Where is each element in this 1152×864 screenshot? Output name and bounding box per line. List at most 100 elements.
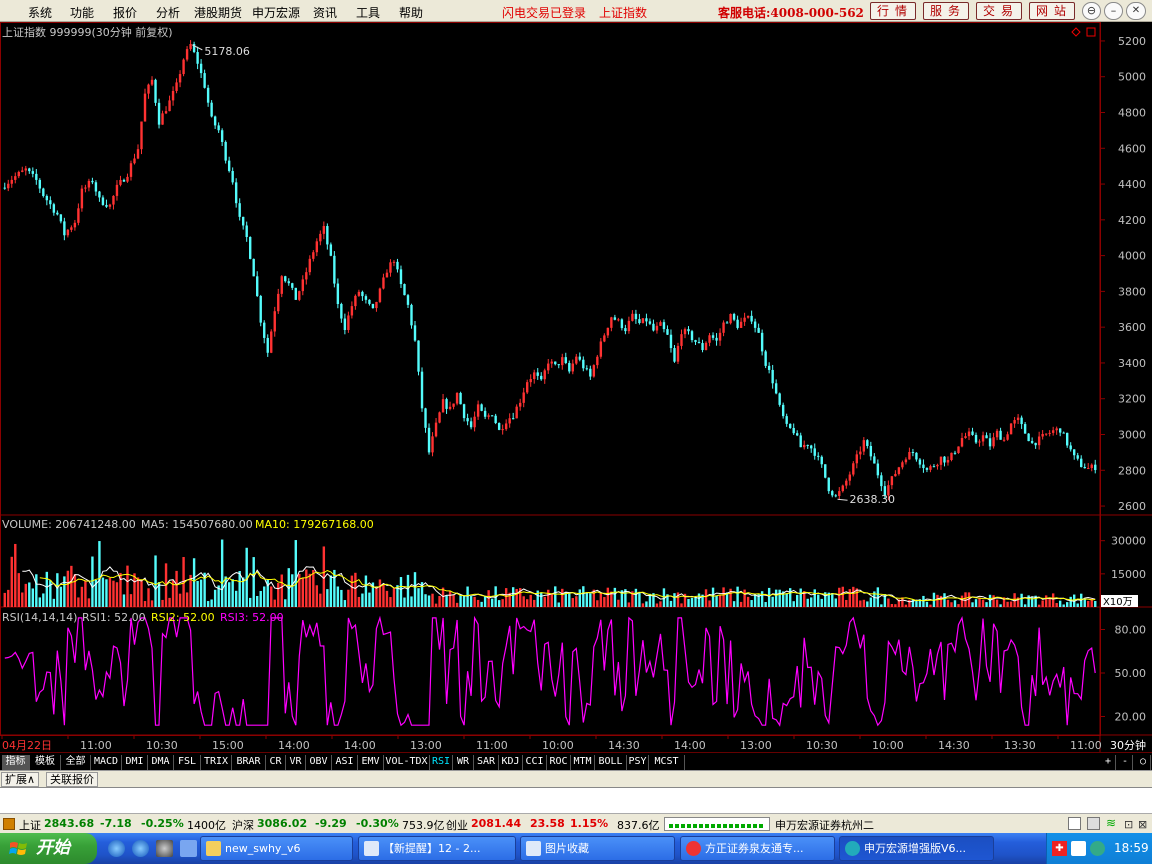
restore-icon[interactable]: ⊖ (1082, 2, 1101, 20)
task-new-swhy[interactable]: new_swhy_v6 (200, 836, 353, 861)
quotes-button[interactable]: 行情 (870, 2, 916, 20)
candle-body (473, 416, 476, 428)
start-label: 开始 (36, 838, 70, 858)
task-founder-securities[interactable]: 方正证券泉友通专... (680, 836, 835, 861)
volume-bar (399, 577, 403, 607)
alert-icon[interactable] (3, 818, 15, 830)
menu-help[interactable]: 帮助 (399, 4, 423, 21)
candle-body (1044, 433, 1048, 435)
volume-bar (1062, 604, 1065, 607)
volume-bar (718, 594, 722, 607)
tab-fsl[interactable]: FSL (174, 755, 201, 770)
tab-指标[interactable]: 指标 (2, 755, 30, 770)
tray-app-icon[interactable]: ✚ (1052, 841, 1067, 856)
menu-info[interactable]: 资讯 (313, 4, 337, 21)
y-tick-label: 4800 (1118, 107, 1146, 120)
menu-hk-futures[interactable]: 港股期货 (194, 4, 242, 21)
tab-模板[interactable]: 模板 (30, 755, 61, 770)
menu-function[interactable]: 功能 (70, 4, 94, 21)
volume-bar (185, 592, 189, 607)
tab-asi[interactable]: ASI (332, 755, 358, 770)
tab-dmi[interactable]: DMI (122, 755, 148, 770)
tab-trix[interactable]: TRIX (201, 755, 232, 770)
tab-cr[interactable]: CR (266, 755, 286, 770)
zoom-out-button[interactable]: - (1118, 755, 1133, 770)
tab-rsi[interactable]: RSI (430, 755, 453, 770)
volume-bar (343, 600, 347, 607)
task-reminder[interactable]: 【新提醒】12 - 2... (358, 836, 516, 861)
tab-vr[interactable]: VR (286, 755, 306, 770)
candle-body (806, 444, 809, 446)
candle-body (796, 433, 799, 436)
candle-body (739, 321, 743, 328)
volume-bar (347, 589, 350, 607)
candle-body (263, 322, 266, 338)
candle-body (964, 436, 967, 439)
collapse-icon[interactable]: ⊡ (1124, 818, 1133, 831)
media-quicklaunch-icon[interactable] (156, 840, 173, 857)
kline-chart-area[interactable]: 5200 5000 4800 4600 4400 4200 4000 3800 3600 3400… (0, 22, 1152, 752)
menu-quote[interactable]: 报价 (113, 4, 137, 21)
tab-mtm[interactable]: MTM (571, 755, 595, 770)
service-button[interactable]: 服务 (923, 2, 969, 20)
candle-body (908, 452, 911, 460)
tray-network-icon[interactable] (1071, 841, 1086, 856)
tab-emv[interactable]: EMV (358, 755, 384, 770)
close-icon[interactable]: ✕ (1126, 2, 1146, 20)
tab-vol-tdx[interactable]: VOL-TDX (384, 755, 430, 770)
website-button[interactable]: 网站 (1029, 2, 1075, 20)
task-pictures[interactable]: 图片收藏 (520, 836, 675, 861)
ie-quicklaunch-icon[interactable] (108, 840, 125, 857)
candle-body (578, 356, 582, 360)
window-icon[interactable] (1087, 817, 1100, 830)
task-swhy-enhanced[interactable]: 申万宏源增强版V6... (839, 836, 994, 861)
menu-analysis[interactable]: 分析 (156, 4, 180, 21)
candle-body (322, 226, 326, 234)
tab-boll[interactable]: BOLL (595, 755, 627, 770)
tab-kdj[interactable]: KDJ (499, 755, 523, 770)
tab-brar[interactable]: BRAR (232, 755, 266, 770)
zoom-in-button[interactable]: + (1101, 755, 1116, 770)
related-quotes-button[interactable]: 关联报价 (46, 772, 98, 787)
desktop-quicklaunch-icon[interactable] (180, 840, 197, 857)
tab-cci[interactable]: CCI (523, 755, 547, 770)
candle-body (77, 208, 80, 223)
tab-obv[interactable]: OBV (306, 755, 332, 770)
tab-mcst[interactable]: MCST (649, 755, 685, 770)
settings-button[interactable]: ○ (1136, 755, 1151, 770)
tab-roc[interactable]: ROC (547, 755, 571, 770)
candle-body (17, 171, 20, 177)
candle-body (715, 337, 718, 341)
layout-icon[interactable] (1068, 817, 1081, 830)
tab-dma[interactable]: DMA (148, 755, 174, 770)
expand-button[interactable]: 扩展∧ (1, 772, 40, 787)
tab-wr[interactable]: WR (453, 755, 474, 770)
ie2-quicklaunch-icon[interactable] (132, 840, 149, 857)
trade-button[interactable]: 交易 (976, 2, 1022, 20)
tab-macd[interactable]: MACD (91, 755, 122, 770)
volume-bar (308, 573, 312, 607)
tray-shield-icon[interactable] (1090, 841, 1105, 856)
tab-全部[interactable]: 全部 (61, 755, 91, 770)
menu-swhy[interactable]: 申万宏源 (252, 4, 300, 21)
minimize-icon[interactable]: – (1104, 2, 1123, 20)
tab-sar[interactable]: SAR (474, 755, 499, 770)
candle-body (652, 323, 655, 331)
menu-tools[interactable]: 工具 (356, 4, 380, 21)
diamond-icon[interactable] (1071, 27, 1081, 37)
x-tick-label: 14:00 (344, 739, 376, 752)
fullscreen-icon[interactable] (1086, 27, 1096, 37)
tab-psy[interactable]: PSY (627, 755, 649, 770)
candle-body (725, 322, 729, 324)
chart-svg[interactable]: 5200 5000 4800 4600 4400 4200 4000 3800 3600 3400… (0, 22, 1152, 752)
close-panel-icon[interactable]: ⊠ (1138, 818, 1147, 831)
candle-body (764, 351, 767, 366)
menu-system[interactable]: 系统 (28, 4, 52, 21)
candle-body (164, 111, 168, 114)
candle-body (101, 197, 105, 205)
volume-bar (301, 577, 304, 607)
start-button[interactable]: 开始 (0, 833, 97, 864)
rsi1-label: RSI1: 52.00 (82, 611, 146, 624)
candle-body (1016, 417, 1020, 421)
candle-body (788, 423, 792, 428)
